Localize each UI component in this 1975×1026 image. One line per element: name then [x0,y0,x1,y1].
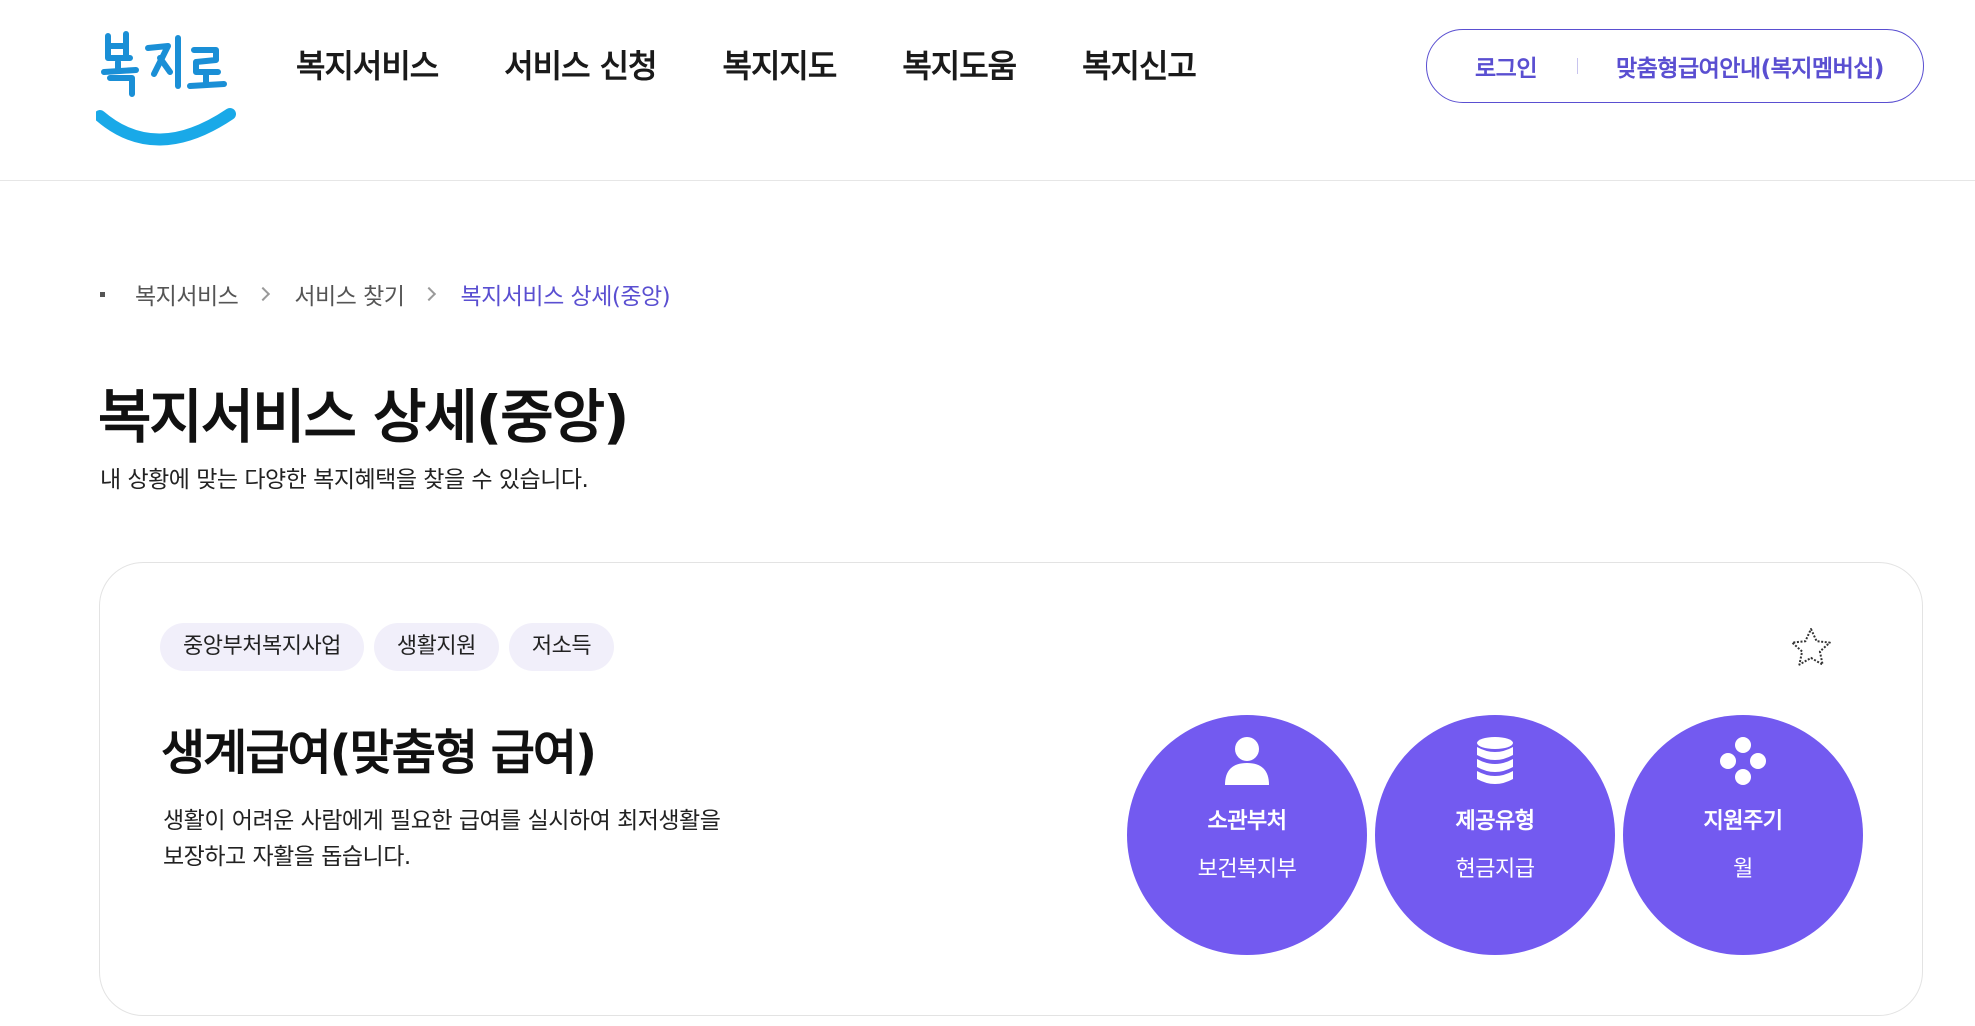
membership-link[interactable]: 맞춤형급여안내(복지멤버십) [1616,49,1884,83]
service-info-list: 소관부처 보건복지부 제공유형 현금지급 지원주기 월 [1127,715,1863,955]
logo-icon [96,31,236,146]
star-outline-icon [1791,628,1831,666]
tag-item: 생활지원 [373,623,499,671]
info-value: 현금지급 [1455,857,1535,882]
service-title: 생계급여(맞춤형 급여) [161,725,597,781]
breadcrumb: 복지서비스 서비스 찾기 복지서비스 상세(중앙) [100,274,671,314]
page-title: 복지서비스 상세(중앙) [98,383,629,451]
nav-welfare-map[interactable]: 복지지도 [723,42,838,90]
breadcrumb-item-welfare-service[interactable]: 복지서비스 [135,277,239,311]
info-label: 소관부처 [1207,809,1287,834]
tag-item: 중앙부처복지사업 [160,623,364,671]
home-bullet-icon [100,291,105,297]
service-card: 중앙부처복지사업 생활지원 저소득 생계급여(맞춤형 급여) 생활이 어려운 사… [99,562,1923,1016]
info-value: 보건복지부 [1197,857,1297,882]
page-description: 내 상황에 맞는 다양한 복지혜택을 찾을 수 있습니다. [100,467,589,493]
nav-welfare-service[interactable]: 복지서비스 [296,42,439,90]
site-logo[interactable] [96,24,236,152]
info-label: 지원주기 [1703,809,1783,834]
site-header: 복지서비스 서비스 신청 복지지도 복지도움 복지신고 로그인 맞춤형급여안내(… [0,0,1975,181]
service-description: 생활이 어려운 사람에게 필요한 급여를 실시하여 최저생활을 보장하고 자활을… [163,808,721,870]
database-icon [1470,735,1520,787]
info-label: 제공유형 [1455,809,1535,834]
chevron-right-icon [422,286,437,302]
info-circle-department: 소관부처 보건복지부 [1127,715,1367,955]
nav-welfare-report[interactable]: 복지신고 [1082,42,1197,90]
main-nav: 복지서비스 서비스 신청 복지지도 복지도움 복지신고 [296,42,1197,90]
tag-list: 중앙부처복지사업 생활지원 저소득 [160,623,615,671]
util-menu: 로그인 맞춤형급여안내(복지멤버십) [1426,29,1924,103]
nav-welfare-help[interactable]: 복지도움 [902,42,1017,90]
login-link[interactable]: 로그인 [1475,49,1537,83]
favorite-button[interactable] [1788,625,1834,671]
info-circle-provision-type: 제공유형 현금지급 [1375,715,1615,955]
chevron-right-icon [256,286,271,302]
person-icon [1222,735,1272,787]
dots-cluster-icon [1718,735,1768,787]
info-value: 월 [1733,857,1753,882]
util-divider [1576,58,1578,74]
breadcrumb-item-current: 복지서비스 상세(중앙) [460,284,671,310]
nav-service-apply[interactable]: 서비스 신청 [504,42,657,90]
tag-item: 저소득 [508,623,615,671]
info-circle-support-cycle: 지원주기 월 [1623,715,1863,955]
breadcrumb-item-service-search[interactable]: 서비스 찾기 [294,277,405,311]
